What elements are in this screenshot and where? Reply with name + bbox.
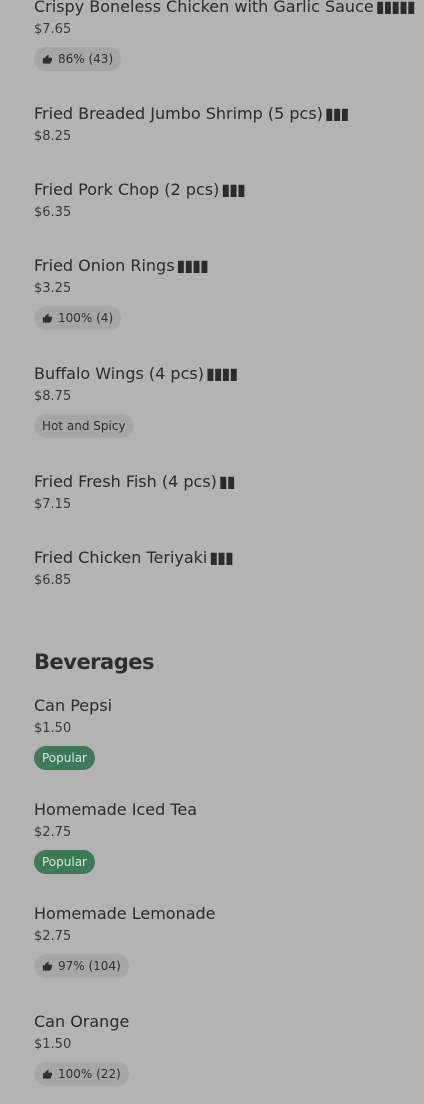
rating-badge: 97% (104) [34,954,129,978]
menu-item[interactable]: Homemade Iced Tea $2.75 Popular [34,800,414,874]
rating-text: 97% (104) [58,959,121,973]
menu-item[interactable]: Can Orange $1.50 100% (22) [34,1012,414,1086]
item-price: $8.25 [34,129,72,144]
menu-item[interactable]: Homemade Lemonade $2.75 97% (104) [34,904,414,978]
popular-badge: Popular [34,850,95,874]
item-name: Fried Pork Chop (2 pcs) ▮▮▮ [34,180,246,199]
item-name: Can Pepsi [34,696,113,715]
menu-item[interactable]: Fried Fresh Fish (4 pcs) ▮▮ $7.15 [34,472,414,513]
item-name-chinese: ▮▮ [218,472,236,491]
rating-badge: 100% (4) [34,306,122,330]
rating-text: 100% (4) [58,311,114,325]
item-price: $1.50 [34,1037,72,1052]
item-price: $7.65 [34,22,72,37]
item-name-chinese: ▮▮▮ [209,548,233,567]
item-name: Fried Chicken Teriyaki ▮▮▮ [34,548,234,567]
menu-item[interactable]: Fried Breaded Jumbo Shrimp (5 pcs) ▮▮▮ $8… [34,104,414,145]
menu-item[interactable]: Fried Onion Rings ▮▮▮▮ $3.25 100% (4) [34,256,414,330]
item-name-chinese: ▮▮▮▮▮ [375,0,416,16]
rating-text: 86% (43) [58,52,114,66]
rating-text: 100% (22) [58,1067,121,1081]
item-price: $7.15 [34,497,72,512]
item-name-chinese: ▮▮▮▮ [205,364,238,383]
item-price: $2.75 [34,825,72,840]
section-title-beverages: Beverages [34,650,154,674]
item-name: Fried Onion Rings ▮▮▮▮ [34,256,209,275]
thumbs-up-icon [42,960,53,972]
item-price: $8.75 [34,389,72,404]
rating-badge: 100% (22) [34,1062,129,1086]
menu-item[interactable]: Fried Chicken Teriyaki ▮▮▮ $6.85 [34,548,414,589]
spicy-tag-badge: Hot and Spicy [34,414,134,438]
menu-page: Crispy Boneless Chicken with Garlic Sauc… [0,0,424,1104]
tag-text: Hot and Spicy [42,419,126,433]
thumbs-up-icon [42,53,53,65]
item-name: Buffalo Wings (4 pcs) ▮▮▮▮ [34,364,238,383]
menu-item[interactable]: Buffalo Wings (4 pcs) ▮▮▮▮ $8.75 Hot and … [34,364,414,438]
item-name: Fried Fresh Fish (4 pcs) ▮▮ [34,472,236,491]
popular-badge: Popular [34,746,95,770]
item-name: Can Orange [34,1012,130,1031]
item-name-chinese: ▮▮▮ [221,180,245,199]
item-name: Crispy Boneless Chicken with Garlic Sauc… [34,0,416,17]
menu-item[interactable]: Fried Pork Chop (2 pcs) ▮▮▮ $6.35 [34,180,414,221]
item-price: $2.75 [34,929,72,944]
thumbs-up-icon [42,312,53,324]
menu-item[interactable]: Can Pepsi $1.50 Popular [34,696,414,770]
rating-badge: 86% (43) [34,47,122,71]
item-price: $6.35 [34,205,72,220]
item-name: Fried Breaded Jumbo Shrimp (5 pcs) ▮▮▮ [34,104,349,123]
item-name: Homemade Lemonade [34,904,216,923]
item-price: $3.25 [34,281,72,296]
item-name-chinese: ▮▮▮▮ [176,256,209,275]
menu-item[interactable]: Crispy Boneless Chicken with Garlic Sauc… [34,0,416,71]
item-name: Homemade Iced Tea [34,800,198,819]
thumbs-up-icon [42,1068,53,1080]
item-price: $1.50 [34,721,72,736]
item-name-chinese: ▮▮▮ [324,104,349,123]
item-price: $6.85 [34,573,72,588]
